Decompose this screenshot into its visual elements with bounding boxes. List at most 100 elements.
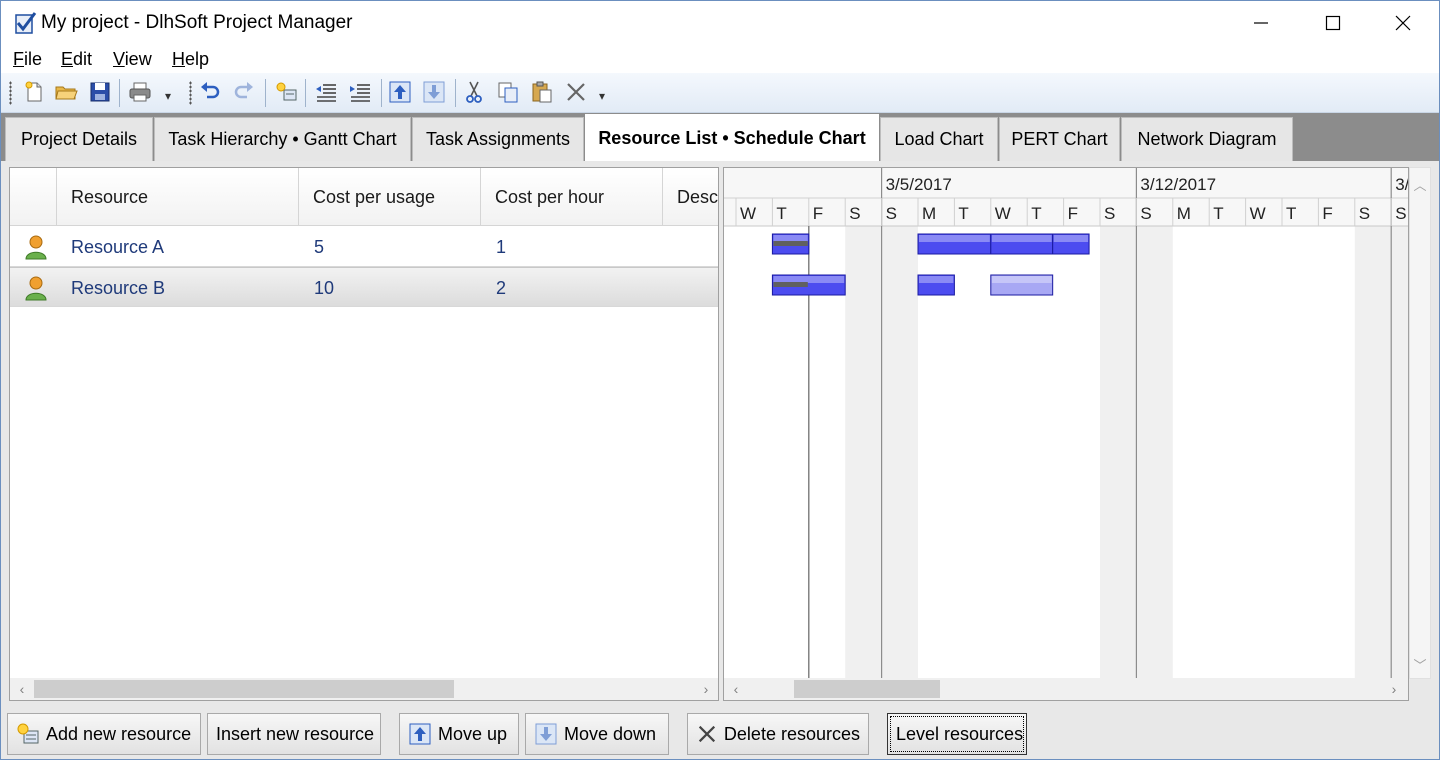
header-cost-per-hour[interactable]: Cost per hour — [481, 168, 663, 226]
scroll-right-icon[interactable]: › — [696, 678, 716, 700]
scroll-left-icon[interactable]: ‹ — [12, 678, 32, 700]
insert-new-resource-button[interactable]: Insert new resource — [207, 713, 381, 755]
cut-button[interactable] — [461, 79, 487, 105]
save-button[interactable] — [87, 79, 113, 105]
redo-button[interactable] — [231, 79, 257, 105]
day-label: F — [1322, 204, 1332, 223]
toolbar-move-up-button[interactable] — [387, 79, 413, 105]
tab-task-hierarchy[interactable]: Task Hierarchy • Gantt Chart — [154, 117, 411, 161]
chart-vertical-scrollbar[interactable]: ︿ ﹀ — [1409, 167, 1431, 679]
delete-resources-label: Delete resources — [723, 723, 860, 744]
cell-cost-per-usage[interactable]: 5 — [314, 227, 324, 267]
scroll-down-icon[interactable]: ﹀ — [1410, 654, 1430, 674]
day-label: W — [740, 204, 756, 223]
table-row-selected[interactable]: Resource B 10 2 — [10, 267, 718, 308]
paste-icon — [532, 81, 552, 103]
move-up-button[interactable]: Move up — [399, 713, 519, 755]
cell-cost-per-hour[interactable]: 2 — [496, 268, 506, 308]
insert-button[interactable] — [273, 79, 299, 105]
resource-icon — [25, 235, 47, 260]
outdent-button[interactable] — [313, 79, 339, 105]
toolbar-grip[interactable] — [189, 81, 192, 105]
maximize-icon — [1325, 15, 1341, 31]
progress-bar — [773, 241, 808, 246]
chart-scroll-thumb[interactable] — [794, 680, 940, 698]
scroll-left-icon[interactable]: ‹ — [726, 678, 746, 700]
insert-new-resource-label: Insert new resource — [216, 723, 375, 744]
day-label: F — [813, 204, 823, 223]
toolbar-separator — [381, 79, 382, 107]
resource-icon — [25, 276, 47, 301]
maximize-button[interactable] — [1297, 1, 1369, 45]
toolbar-delete-button[interactable] — [563, 79, 589, 105]
close-button[interactable] — [1367, 1, 1439, 45]
menu-view[interactable]: View — [113, 49, 152, 70]
scroll-right-icon[interactable]: › — [1384, 678, 1404, 700]
delete-resources-button[interactable]: Delete resources — [687, 713, 869, 755]
move-down-button[interactable]: Move down — [525, 713, 669, 755]
new-icon — [25, 81, 42, 102]
day-label: M — [1177, 204, 1191, 223]
indent-button[interactable] — [347, 79, 373, 105]
header-description[interactable]: Description — [663, 168, 718, 226]
move-down-icon — [423, 81, 445, 103]
add-new-resource-button[interactable]: Add new resource — [7, 713, 201, 755]
close-icon — [1395, 15, 1411, 31]
grid-header: Resource Cost per usage Cost per hour De… — [10, 168, 718, 226]
app-window: My project - DlhSoft Project Manager Fil… — [0, 0, 1440, 760]
open-button[interactable] — [53, 79, 79, 105]
table-row[interactable]: Resource A 5 1 — [10, 227, 718, 267]
open-icon — [55, 86, 78, 100]
toolbar-overflow-icon[interactable]: ▾ — [599, 89, 605, 103]
timeline-header-bg — [724, 168, 1408, 226]
level-resources-label: Level resources — [896, 723, 1024, 744]
paste-button[interactable] — [529, 79, 555, 105]
grid-scroll-thumb[interactable] — [34, 680, 454, 698]
minimize-button[interactable] — [1225, 1, 1297, 45]
menu-help[interactable]: Help — [172, 49, 209, 70]
tab-task-assignments[interactable]: Task Assignments — [412, 117, 584, 161]
scroll-up-icon[interactable]: ︿ — [1410, 174, 1430, 194]
weekend-shade — [881, 226, 918, 678]
day-label: S — [1140, 204, 1151, 223]
tab-resource-list[interactable]: Resource List • Schedule Chart — [585, 114, 879, 162]
level-resources-button[interactable]: Level resources — [887, 713, 1027, 755]
schedule-bar-highlight — [773, 276, 845, 283]
tab-project-details[interactable]: Project Details — [5, 117, 153, 161]
cell-resource[interactable]: Resource B — [71, 268, 165, 308]
cell-resource[interactable]: Resource A — [71, 227, 164, 267]
menu-bar: File Edit View Help — [1, 45, 1439, 73]
progress-bar — [773, 282, 808, 287]
tab-pert-chart[interactable]: PERT Chart — [999, 117, 1120, 161]
grid-horizontal-scrollbar[interactable]: ‹ › — [10, 678, 718, 700]
schedule-bar-highlight — [773, 235, 808, 242]
header-resource[interactable]: Resource — [57, 168, 299, 226]
new-button[interactable] — [21, 79, 47, 105]
toolbar-grip[interactable] — [9, 81, 12, 105]
cell-cost-per-usage[interactable]: 10 — [314, 268, 334, 308]
menu-file[interactable]: File — [13, 49, 42, 70]
move-up-icon — [409, 723, 431, 745]
day-label: F — [1068, 204, 1078, 223]
toolbar-move-down-button[interactable] — [421, 79, 447, 105]
menu-edit[interactable]: Edit — [61, 49, 92, 70]
print-dropdown-icon[interactable]: ▾ — [165, 89, 171, 103]
move-up-icon — [389, 81, 411, 103]
header-cost-per-usage[interactable]: Cost per usage — [299, 168, 481, 226]
copy-button[interactable] — [495, 79, 521, 105]
chart-horizontal-scrollbar[interactable]: ‹ › — [724, 678, 1408, 700]
day-label: T — [1213, 204, 1223, 223]
cell-cost-per-hour[interactable]: 1 — [496, 227, 506, 267]
day-label: M — [922, 204, 936, 223]
day-label: W — [995, 204, 1011, 223]
week-label: 3/12/2017 — [1140, 175, 1216, 194]
move-up-label: Move up — [438, 723, 508, 744]
print-button[interactable] — [127, 79, 153, 105]
window-title: My project - DlhSoft Project Manager — [41, 12, 353, 33]
day-label: S — [1104, 204, 1115, 223]
undo-button[interactable] — [197, 79, 223, 105]
header-icon-column[interactable] — [10, 168, 57, 226]
tab-network-diagram[interactable]: Network Diagram — [1121, 117, 1293, 161]
insert-icon — [276, 82, 297, 101]
tab-load-chart[interactable]: Load Chart — [880, 117, 998, 161]
